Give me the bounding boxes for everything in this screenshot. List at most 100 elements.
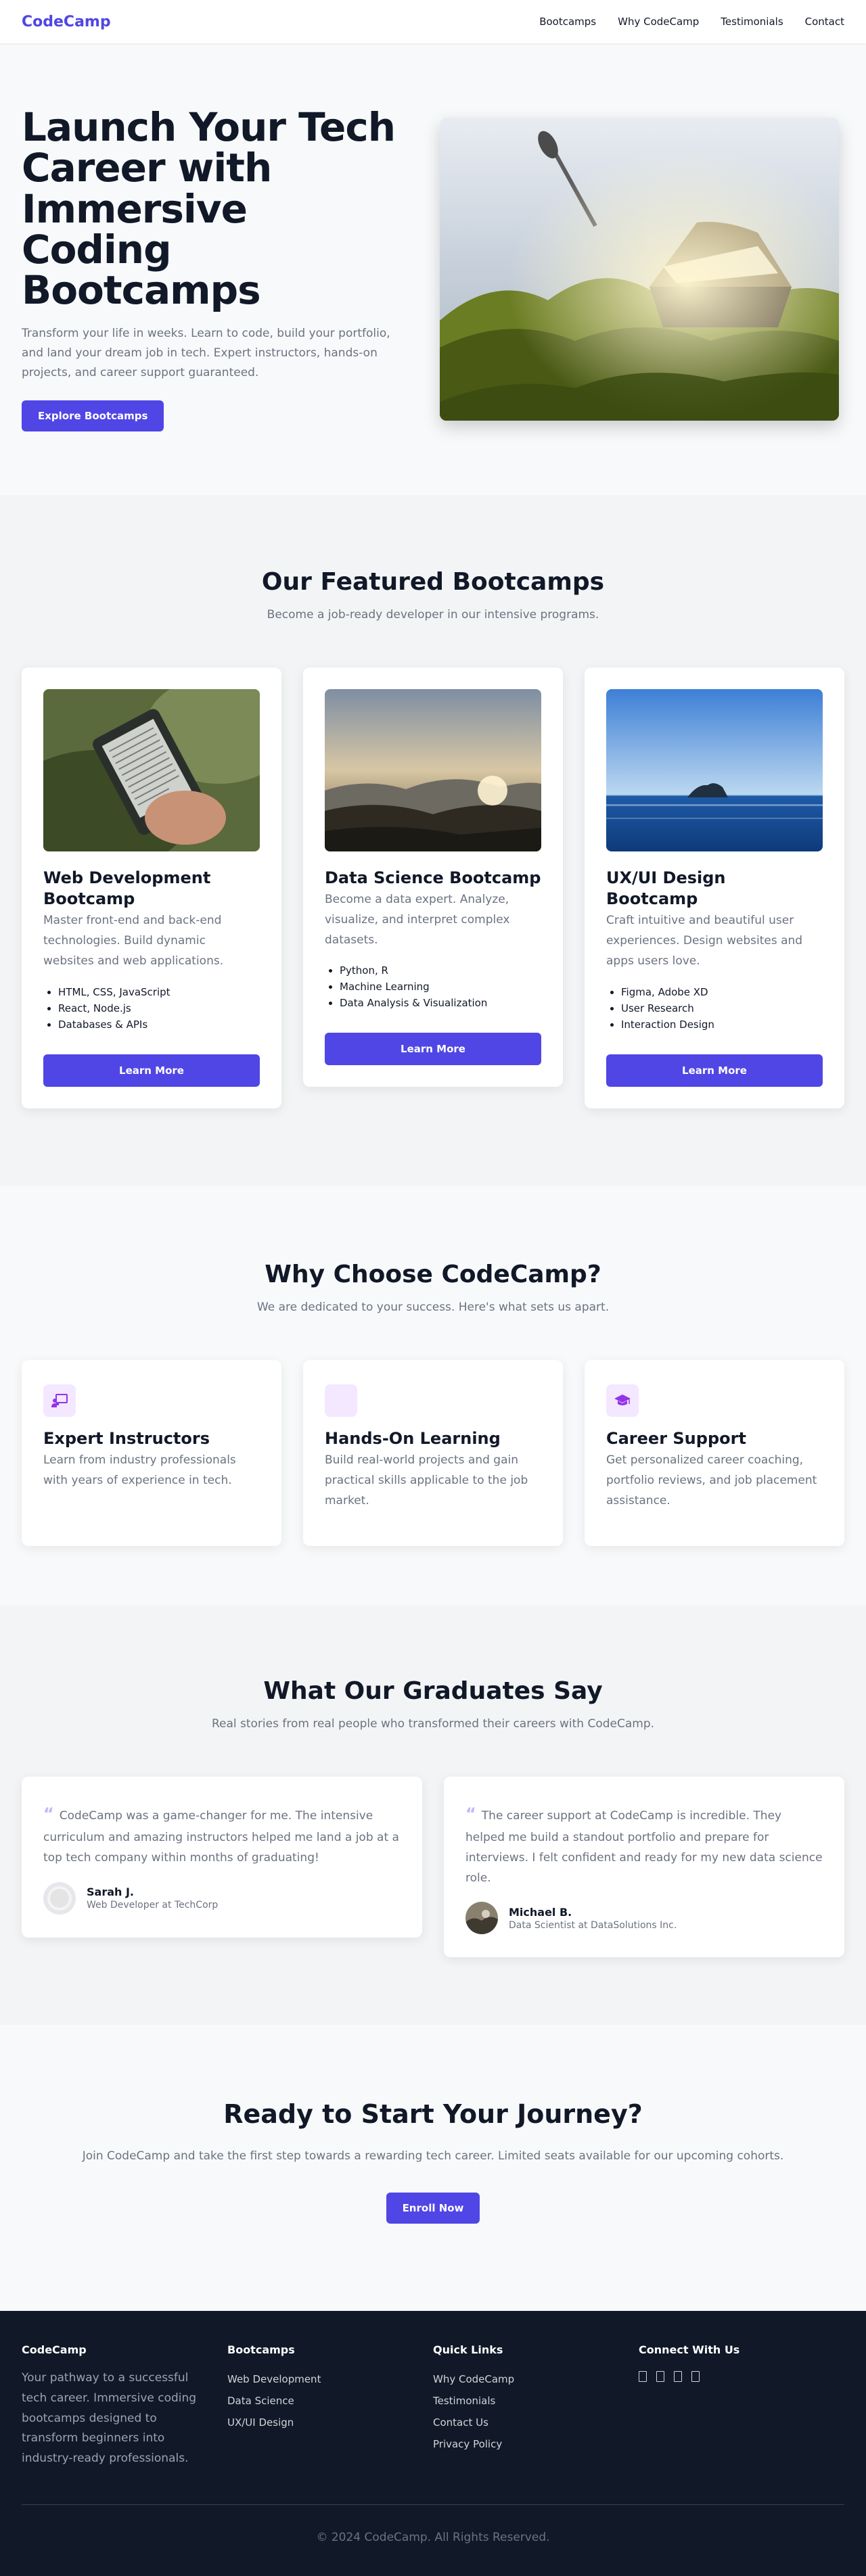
why-card-title: Expert Instructors: [43, 1429, 210, 1448]
learn-more-button[interactable]: Learn More: [606, 1054, 823, 1087]
footer-link-privacy-policy[interactable]: Privacy Policy: [433, 2433, 639, 2455]
hero-title: Launch Your Tech Career with Immersive C…: [22, 103, 396, 314]
nav-link-contact[interactable]: Contact: [805, 16, 844, 28]
hero-image: [440, 118, 839, 421]
avatar: [465, 1902, 498, 1935]
list-item: Interaction Design: [621, 1016, 823, 1033]
hero-description: Transform your life in weeks. Learn to c…: [22, 327, 390, 380]
footer-link-testimonials[interactable]: Testimonials: [433, 2390, 639, 2412]
footer-columns: CodeCamp Your pathway to a successful te…: [22, 2343, 844, 2469]
learn-more-button[interactable]: Learn More: [43, 1054, 260, 1087]
featured-subtitle: Become a job-ready developer in our inte…: [267, 608, 599, 622]
featured-title: Our Featured Bootcamps: [261, 568, 605, 596]
footer-quick-links-list: Why CodeCamp Testimonials Contact Us Pri…: [433, 2368, 639, 2455]
enroll-now-button[interactable]: Enroll Now: [386, 2193, 480, 2224]
quote-icon: “: [43, 1804, 54, 1823]
testimonial-quote: “CodeCamp was a game-changer for me. The…: [43, 1800, 401, 1869]
testimonial-text: The career support at CodeCamp is incred…: [465, 1809, 823, 1885]
nav-link-bootcamps[interactable]: Bootcamps: [539, 16, 596, 28]
footer-connect-title: Connect With Us: [639, 2343, 740, 2356]
nav-link-testimonials[interactable]: Testimonials: [721, 16, 783, 28]
footer-link-ux-ui-design[interactable]: UX/UI Design: [227, 2412, 433, 2433]
footer-brand: CodeCamp Your pathway to a successful te…: [22, 2343, 227, 2469]
card-description: Master front-end and back-end technologi…: [43, 914, 224, 968]
facebook-icon[interactable]: [639, 2371, 647, 2382]
footer-bootcamps-title: Bootcamps: [227, 2343, 295, 2356]
explore-bootcamps-button[interactable]: Explore Bootcamps: [22, 400, 164, 432]
footer-bootcamps-links: Web Development Data Science UX/UI Desig…: [227, 2368, 433, 2433]
graduation-cap-icon: [606, 1384, 639, 1417]
cta-title: Ready to Start Your Journey?: [223, 2099, 643, 2129]
linkedin-icon[interactable]: [674, 2371, 682, 2382]
site-footer: CodeCamp Your pathway to a successful te…: [0, 2311, 866, 2576]
social-links: [639, 2371, 844, 2382]
footer-about: Your pathway to a successful tech career…: [22, 2371, 197, 2465]
nav-link-why-codecamp[interactable]: Why CodeCamp: [618, 16, 699, 28]
footer-bootcamps: Bootcamps Web Development Data Science U…: [227, 2343, 433, 2469]
why-card-expert-instructors: Expert Instructors Learn from industry p…: [22, 1360, 281, 1547]
blank-icon: [325, 1384, 357, 1417]
testimonial-text: CodeCamp was a game-changer for me. The …: [43, 1809, 399, 1865]
bootcamp-card-web-development: Web Development Bootcamp Master front-en…: [22, 668, 281, 1108]
testimonials-title: What Our Graduates Say: [263, 1677, 603, 1705]
testimonials-section: What Our Graduates Say Real stories from…: [0, 1606, 866, 2025]
footer-quick-links-title: Quick Links: [433, 2343, 503, 2356]
list-item: Figma, Adobe XD: [621, 984, 823, 1000]
web-development-image: [43, 689, 260, 851]
card-description: Craft intuitive and beautiful user exper…: [606, 914, 803, 968]
bootcamp-card-ux-ui-design: UX/UI Design Bootcamp Craft intuitive an…: [585, 668, 844, 1108]
why-codecamp-section: Why Choose CodeCamp? We are dedicated to…: [0, 1186, 866, 1606]
list-item: Machine Learning: [340, 979, 541, 995]
card-feature-list: HTML, CSS, JavaScript React, Node.js Dat…: [43, 984, 260, 1033]
why-title: Why Choose CodeCamp?: [265, 1261, 601, 1288]
ux-ui-design-image: [606, 689, 823, 851]
quote-icon: “: [465, 1804, 476, 1823]
testimonials-subtitle: Real stories from real people who transf…: [211, 1717, 655, 1731]
cta-section: Ready to Start Your Journey? Join CodeCa…: [0, 2025, 866, 2311]
list-item: User Research: [621, 1000, 823, 1016]
testimonial-card: “CodeCamp was a game-changer for me. The…: [22, 1777, 422, 1938]
footer-link-web-development[interactable]: Web Development: [227, 2368, 433, 2390]
avatar: [43, 1881, 76, 1915]
why-card-description: Build real-world projects and gain pract…: [325, 1453, 528, 1507]
why-card-career-support: Career Support Get personalized career c…: [585, 1360, 844, 1547]
twitter-icon[interactable]: [656, 2371, 664, 2382]
hero-section: Launch Your Tech Career with Immersive C…: [0, 43, 866, 495]
footer-connect: Connect With Us: [639, 2343, 844, 2469]
why-card-title: Hands-On Learning: [325, 1429, 501, 1448]
footer-divider: [22, 2504, 844, 2505]
card-title: UX/UI Design Bootcamp: [606, 868, 726, 909]
footer-link-data-science[interactable]: Data Science: [227, 2390, 433, 2412]
copyright: © 2024 CodeCamp. All Rights Reserved.: [316, 2530, 550, 2544]
card-feature-list: Python, R Machine Learning Data Analysis…: [325, 962, 541, 1011]
hero-text: Launch Your Tech Career with Immersive C…: [22, 103, 407, 432]
testimonial-author: Michael B. Data Scientist at DataSolutio…: [465, 1902, 823, 1935]
card-feature-list: Figma, Adobe XD User Research Interactio…: [606, 984, 823, 1033]
main-nav: Bootcamps Why CodeCamp Testimonials Cont…: [539, 16, 844, 28]
footer-link-contact-us[interactable]: Contact Us: [433, 2412, 639, 2433]
footer-link-why-codecamp[interactable]: Why CodeCamp: [433, 2368, 639, 2390]
card-title: Data Science Bootcamp: [325, 868, 541, 887]
learn-more-button[interactable]: Learn More: [325, 1033, 541, 1066]
footer-brand-title: CodeCamp: [22, 2343, 87, 2356]
instagram-icon[interactable]: [691, 2371, 700, 2382]
why-card-description: Get personalized career coaching, portfo…: [606, 1453, 817, 1507]
site-header: CodeCamp Bootcamps Why CodeCamp Testimon…: [0, 0, 866, 43]
why-card-description: Learn from industry professionals with y…: [43, 1453, 236, 1487]
card-description: Become a data expert. Analyze, visualize…: [325, 893, 510, 947]
why-subtitle: We are dedicated to your success. Here's…: [256, 1301, 610, 1314]
why-cards: Expert Instructors Learn from industry p…: [0, 1360, 866, 1547]
list-item: Data Analysis & Visualization: [340, 995, 541, 1011]
testimonial-quote: “The career support at CodeCamp is incre…: [465, 1800, 823, 1888]
testimonial-card: “The career support at CodeCamp is incre…: [444, 1777, 844, 1958]
why-card-hands-on-learning: Hands-On Learning Build real-world proje…: [303, 1360, 563, 1547]
list-item: React, Node.js: [58, 1000, 260, 1016]
chalkboard-teacher-icon: [43, 1384, 76, 1417]
bootcamp-card-data-science: Data Science Bootcamp Become a data expe…: [303, 668, 563, 1087]
testimonial-author: Sarah J. Web Developer at TechCorp: [43, 1881, 401, 1915]
featured-bootcamps-section: Our Featured Bootcamps Become a job-read…: [0, 495, 866, 1186]
author-name: Sarah J.: [87, 1886, 134, 1898]
list-item: Python, R: [340, 962, 541, 979]
logo[interactable]: CodeCamp: [22, 14, 111, 30]
author-role: Web Developer at TechCorp: [87, 1900, 219, 1911]
